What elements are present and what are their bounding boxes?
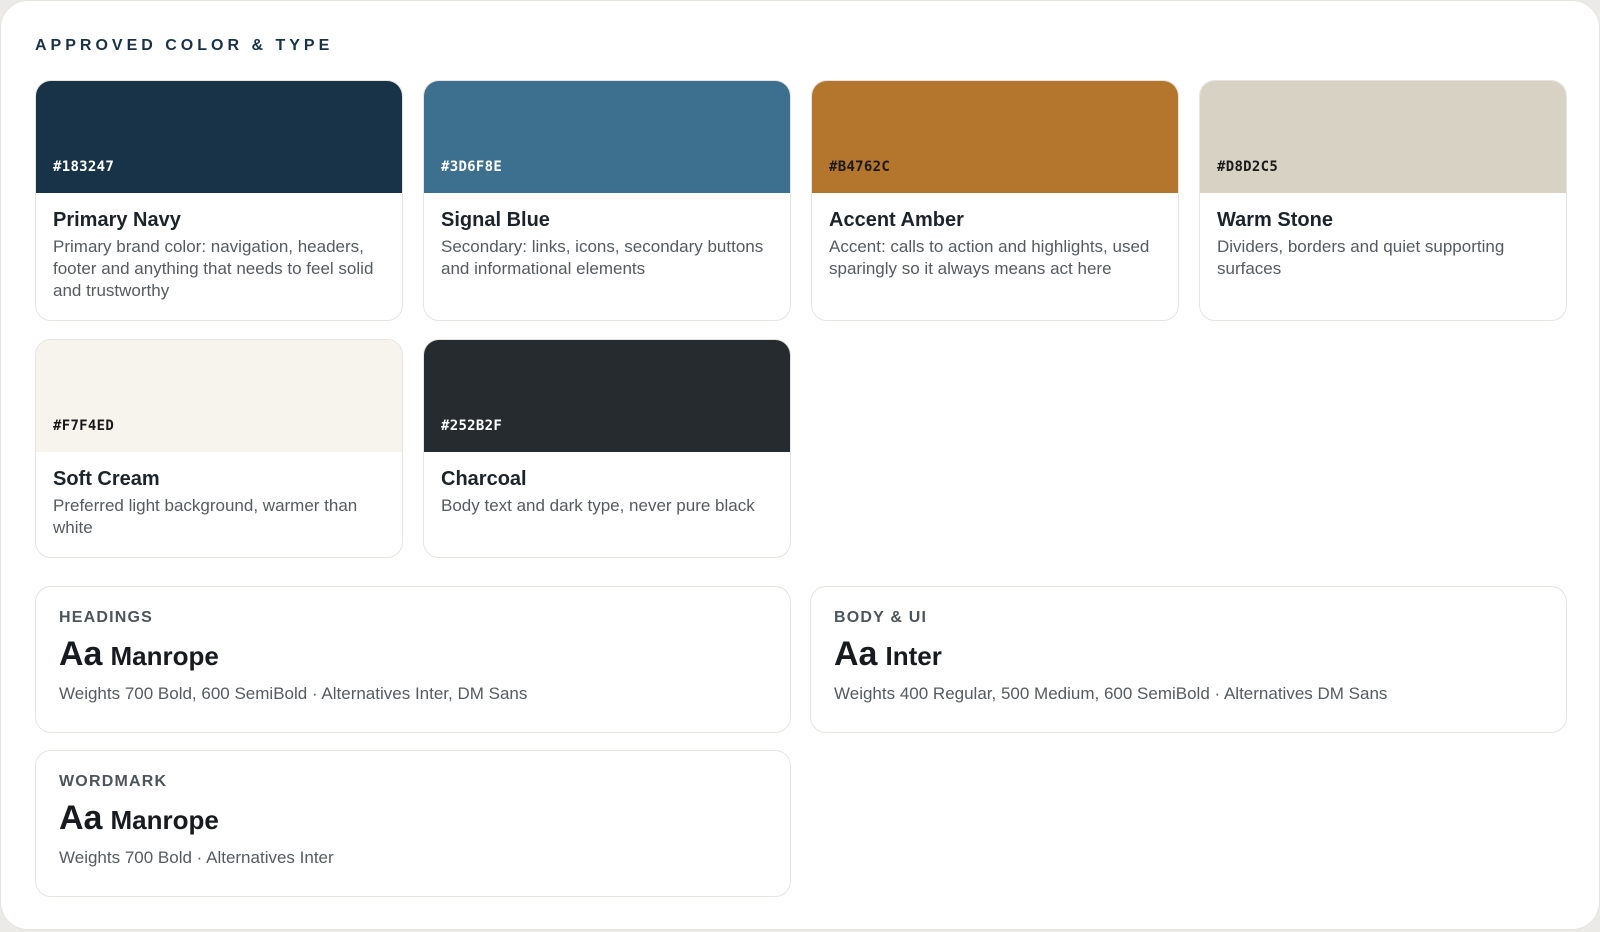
color-description: Secondary: links, icons, secondary butto…	[441, 237, 764, 278]
color-hex-code: #183247	[53, 159, 115, 175]
type-role-label: HEADINGS	[59, 609, 154, 626]
color-hex-code: #D8D2C5	[1217, 159, 1279, 175]
color-description: Body text and dark type, never pure blac…	[441, 496, 755, 515]
type-font-name: Inter	[885, 641, 942, 671]
color-swatch-grid: #183247 Primary Navy Primary brand color…	[35, 80, 1567, 558]
color-name: Signal Blue	[441, 209, 550, 231]
color-swatch: #252B2F	[424, 340, 790, 452]
type-font-name: Manrope	[110, 641, 219, 671]
type-weights-alternatives: Weights 400 Regular, 500 Medium, 600 Sem…	[834, 684, 1388, 703]
color-name: Soft Cream	[53, 468, 160, 490]
section-title: APPROVED COLOR & TYPE	[35, 37, 334, 54]
color-description: Primary brand color: navigation, headers…	[53, 237, 374, 300]
type-sample-glyphs: Aa	[59, 799, 103, 837]
color-name: Accent Amber	[829, 209, 964, 231]
color-swatch: #3D6F8E	[424, 81, 790, 193]
type-card-body-ui: BODY & UI Aa Inter Weights 400 Regular, …	[810, 586, 1567, 733]
color-name: Charcoal	[441, 468, 527, 490]
color-swatch: #B4762C	[812, 81, 1178, 193]
color-description: Preferred light background, warmer than …	[53, 496, 358, 537]
type-role-label: WORDMARK	[59, 773, 168, 790]
color-hex-code: #F7F4ED	[53, 418, 115, 434]
color-card-warm-stone: #D8D2C5 Warm Stone Dividers, borders and…	[1199, 80, 1567, 321]
color-swatch: #D8D2C5	[1200, 81, 1566, 193]
type-weights-alternatives: Weights 700 Bold · Alternatives Inter	[59, 848, 334, 867]
color-description: Dividers, borders and quiet supporting s…	[1217, 237, 1505, 278]
color-swatch: #183247	[36, 81, 402, 193]
color-card-primary-navy: #183247 Primary Navy Primary brand color…	[35, 80, 403, 321]
brand-guidelines-panel: APPROVED COLOR & TYPE #183247 Primary Na…	[0, 0, 1600, 930]
type-specimen: Aa Manrope	[59, 799, 767, 838]
color-card-signal-blue: #3D6F8E Signal Blue Secondary: links, ic…	[423, 80, 791, 321]
color-hex-code: #B4762C	[829, 159, 891, 175]
color-card-charcoal: #252B2F Charcoal Body text and dark type…	[423, 339, 791, 558]
color-card-soft-cream: #F7F4ED Soft Cream Preferred light backg…	[35, 339, 403, 558]
color-name: Warm Stone	[1217, 209, 1333, 231]
color-name: Primary Navy	[53, 209, 181, 231]
color-card-accent-amber: #B4762C Accent Amber Accent: calls to ac…	[811, 80, 1179, 321]
color-swatch: #F7F4ED	[36, 340, 402, 452]
type-weights-alternatives: Weights 700 Bold, 600 SemiBold · Alterna…	[59, 684, 528, 703]
type-card-headings: HEADINGS Aa Manrope Weights 700 Bold, 60…	[35, 586, 791, 733]
color-hex-code: #252B2F	[441, 418, 503, 434]
type-specimen: Aa Inter	[834, 635, 1543, 674]
type-sample-glyphs: Aa	[59, 635, 103, 673]
type-card-wordmark: WORDMARK Aa Manrope Weights 700 Bold · A…	[35, 750, 791, 897]
type-specimen: Aa Manrope	[59, 635, 767, 674]
color-hex-code: #3D6F8E	[441, 159, 503, 175]
type-role-label: BODY & UI	[834, 609, 928, 626]
type-sample-glyphs: Aa	[834, 635, 878, 673]
type-font-name: Manrope	[110, 805, 219, 835]
color-description: Accent: calls to action and highlights, …	[829, 237, 1150, 278]
